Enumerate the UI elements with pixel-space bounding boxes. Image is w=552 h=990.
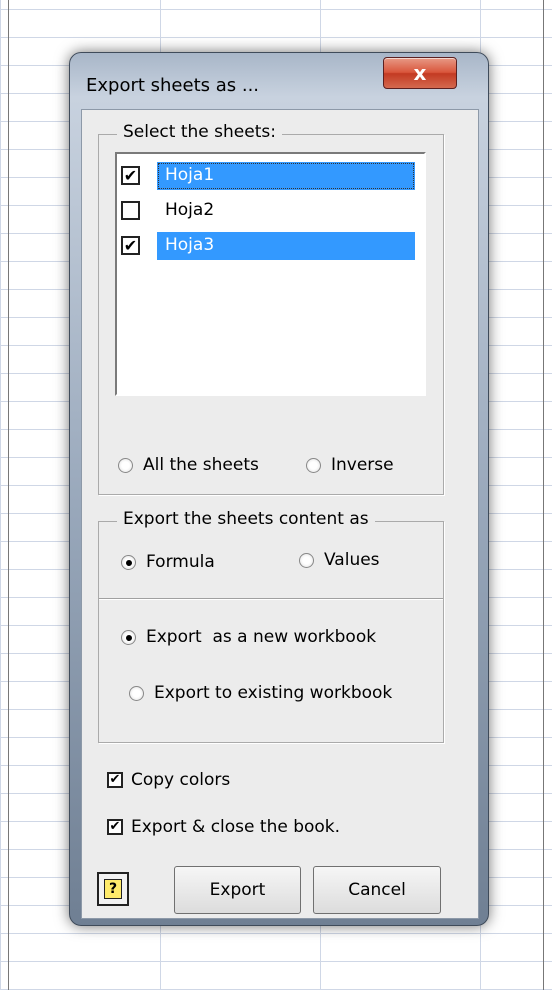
radio-circle-icon (299, 552, 314, 568)
sheet-checkbox-hoja3[interactable]: ✔ (121, 236, 140, 255)
close-book-checkbox[interactable]: ✔ Export & close the book. (107, 817, 340, 837)
sheet-label[interactable]: Hoja3 (157, 232, 415, 260)
list-item[interactable]: Hoja2 (121, 197, 427, 225)
existing-workbook-label: Export to existing workbook (154, 683, 393, 703)
sheet-checkbox-hoja2[interactable] (121, 201, 140, 220)
help-button[interactable]: ? (97, 872, 129, 906)
copy-colors-checkbox[interactable]: ✔ Copy colors (107, 770, 230, 790)
cancel-button-label: Cancel (348, 880, 406, 900)
list-item[interactable]: ✔ Hoja1 (121, 162, 427, 190)
help-icon: ? (104, 879, 122, 899)
dialog-title: Export sheets as ... (86, 75, 260, 96)
export-button-label: Export (209, 880, 266, 900)
list-item[interactable]: ✔ Hoja3 (121, 232, 427, 260)
new-workbook-label: Export as a new workbook (146, 627, 377, 647)
inverse-radio[interactable]: Inverse (306, 455, 394, 475)
sheets-listbox[interactable]: ✔ Hoja1 Hoja2 ✔ Hoja3 (115, 152, 426, 396)
all-sheets-radio[interactable]: All the sheets (118, 455, 259, 475)
radio-selected-icon (121, 629, 136, 645)
checkbox-checked-icon: ✔ (107, 819, 123, 835)
formula-radio[interactable]: Formula (121, 552, 215, 572)
select-sheets-legend: Select the sheets: (117, 122, 282, 142)
sheet-label[interactable]: Hoja2 (157, 197, 415, 225)
checkbox-checked-icon: ✔ (107, 772, 123, 788)
export-content-legend: Export the sheets content as (117, 509, 375, 529)
radio-circle-icon (129, 685, 144, 701)
values-label: Values (324, 550, 380, 570)
copy-colors-label: Copy colors (131, 770, 231, 790)
close-icon: x (413, 61, 427, 85)
inverse-label: Inverse (331, 455, 394, 475)
formula-label: Formula (146, 552, 215, 572)
sheet-checkbox-hoja1[interactable]: ✔ (121, 166, 140, 185)
close-book-label: Export & close the book. (131, 817, 341, 837)
new-workbook-radio[interactable]: Export as a new workbook (121, 627, 376, 647)
export-button[interactable]: Export (174, 866, 301, 914)
group-divider (99, 598, 443, 599)
radio-circle-icon (306, 457, 321, 473)
all-sheets-label: All the sheets (143, 455, 259, 475)
radio-circle-icon (118, 457, 133, 473)
close-button[interactable]: x (383, 57, 457, 89)
sheet-label[interactable]: Hoja1 (157, 162, 415, 190)
radio-selected-icon (121, 554, 136, 570)
values-radio[interactable]: Values (299, 550, 380, 570)
existing-workbook-radio[interactable]: Export to existing workbook (129, 683, 392, 703)
cancel-button[interactable]: Cancel (313, 866, 441, 914)
